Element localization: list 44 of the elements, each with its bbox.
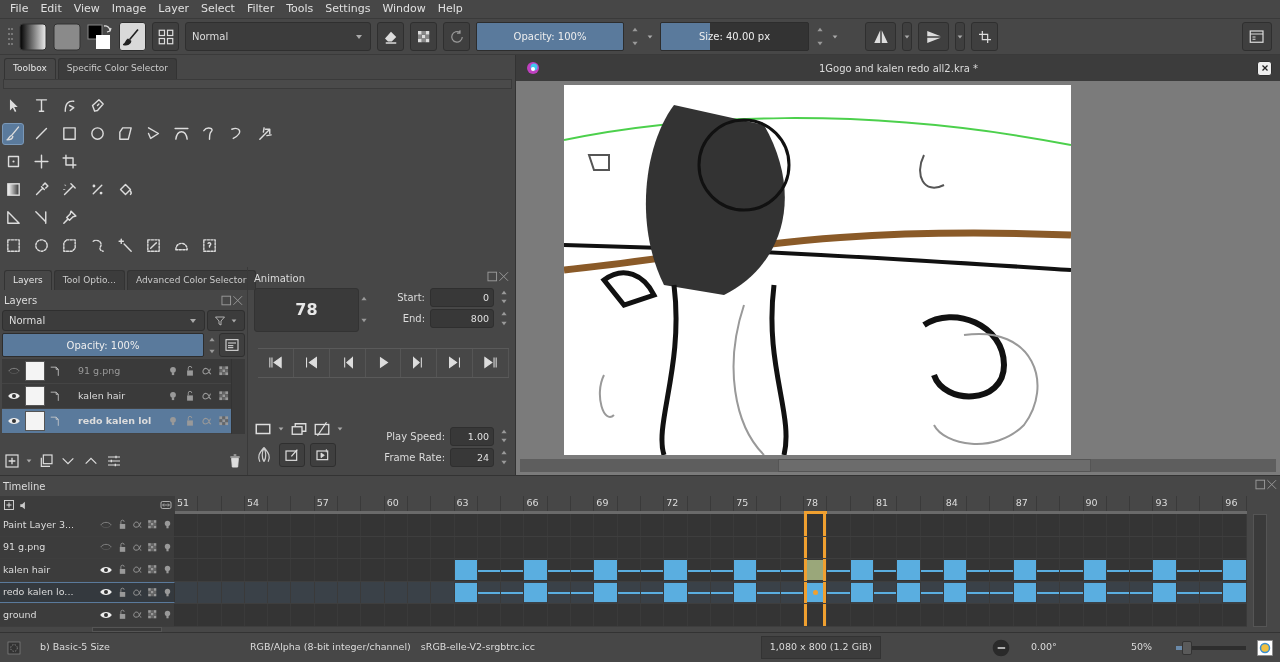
dock-tab[interactable]: Toolbox <box>4 58 56 79</box>
opacity-slider[interactable]: Opacity: 100% <box>476 22 624 51</box>
field-label: Play Speed: <box>386 429 445 444</box>
layer-row[interactable]: 91 g.png <box>2 359 231 384</box>
size-slider[interactable]: Size: 40.00 px <box>660 22 809 51</box>
end-field[interactable]: 800 <box>430 309 494 328</box>
menu-item[interactable]: View <box>67 0 106 18</box>
current-frame-field[interactable]: 78 <box>254 287 359 332</box>
menu-item[interactable]: Layer <box>152 0 195 18</box>
layer-name: redo kalen lol <box>77 413 153 428</box>
color-profile-label: sRGB-elle-V2-srgbtrc.icc <box>420 640 535 655</box>
menu-item[interactable]: Tools <box>280 0 320 18</box>
zoom-label: 50% <box>1130 640 1152 655</box>
menu-item[interactable]: Image <box>105 0 153 18</box>
rotation-label: 0.00° <box>1030 640 1058 655</box>
menu-item[interactable]: File <box>4 0 35 18</box>
menu-item[interactable]: Edit <box>34 0 68 18</box>
field-label: Frame Rate: <box>384 451 445 465</box>
menu-item[interactable]: Filter <box>240 0 281 18</box>
blend-mode-dropdown[interactable]: Normal <box>185 22 371 51</box>
opacity-slider[interactable]: Opacity: 100% <box>2 333 204 357</box>
layer-name: 91 g.png <box>77 363 122 378</box>
menu-item[interactable]: Select <box>194 0 241 18</box>
menu-item[interactable]: Settings <box>319 0 377 18</box>
color-space-label: RGB/Alpha (8-bit integer/channel) <box>250 640 411 655</box>
layer-row[interactable]: kalen hair <box>2 384 231 409</box>
blend-mode-dropdown[interactable]: Normal <box>2 310 205 331</box>
frame-rate-field[interactable]: 24 <box>450 448 494 467</box>
menu-item[interactable]: Help <box>431 0 469 18</box>
field-label: Start: <box>397 290 425 305</box>
panel-title: Timeline <box>3 480 46 494</box>
image-size-label[interactable]: 1,080 x 800 (1.2 GiB) <box>760 636 881 659</box>
play-speed-field[interactable]: 1.00 <box>450 426 494 446</box>
dock-tab[interactable]: Tool Optio... <box>53 269 125 290</box>
layer-name: kalen hair <box>77 388 127 403</box>
dock-tab[interactable]: Layers <box>4 269 52 290</box>
field-label: End: <box>402 312 425 326</box>
brush-name: b) Basic-5 Size <box>40 640 111 655</box>
menu-item[interactable]: Window <box>376 0 432 18</box>
start-field[interactable]: 0 <box>430 287 494 307</box>
panel-title: Animation <box>254 271 305 286</box>
document-title: 1Gogo and kalen redo all2.kra * <box>818 61 979 76</box>
panel-title: Layers <box>4 294 38 308</box>
dock-tab[interactable]: Specific Color Selector <box>57 58 177 79</box>
